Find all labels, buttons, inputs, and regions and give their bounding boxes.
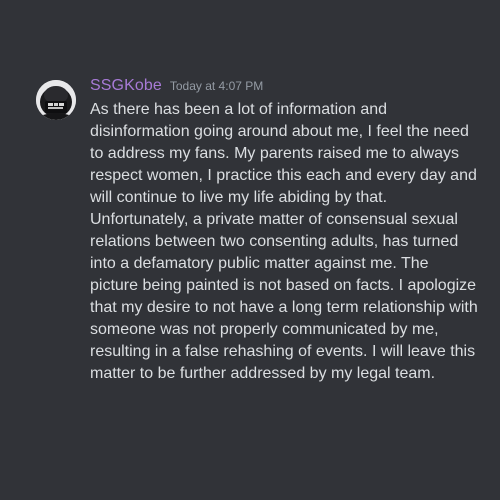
chat-message: SSGKobe Today at 4:07 PM As there has be… xyxy=(36,77,486,385)
message-header: SSGKobe Today at 4:07 PM xyxy=(90,77,486,99)
user-avatar-icon[interactable] xyxy=(36,80,76,120)
username[interactable]: SSGKobe xyxy=(90,77,162,95)
message-content: SSGKobe Today at 4:07 PM As there has be… xyxy=(90,77,486,385)
message-text: As there has been a lot of information a… xyxy=(90,101,478,382)
timestamp: Today at 4:07 PM xyxy=(169,79,264,93)
avatar-image xyxy=(36,80,76,120)
